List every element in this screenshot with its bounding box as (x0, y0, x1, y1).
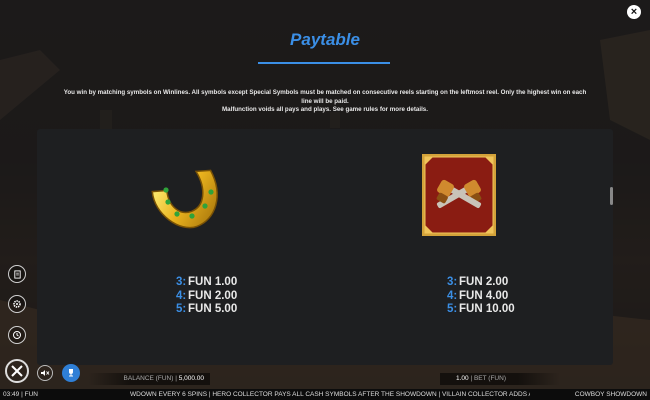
rules-text: You win by matching symbols on Winlines.… (60, 89, 590, 115)
balance-display: BALANCE (FUN) | 5,000.00 (88, 373, 210, 385)
close-icon[interactable]: × (627, 5, 641, 19)
document-icon (13, 269, 21, 279)
gear-icon (13, 300, 21, 308)
trophy-button[interactable] (62, 364, 80, 382)
paylist-pistols: 3: FUN 2.00 4: FUN 4.00 5: FUN 10.00 (447, 276, 515, 317)
clock: 03:49 (3, 391, 20, 398)
bet-display: 1.00 | BET (FUN) (440, 373, 560, 385)
pay-row: 3: FUN 2.00 (447, 276, 509, 288)
balance-label: BALANCE (FUN) (123, 375, 174, 382)
pay-row: 5: FUN 5.00 (176, 303, 238, 315)
status-bar: 03:49 | FUN WDOWN EVERY 6 SPINS | HERO C… (0, 389, 650, 400)
history-button[interactable] (8, 326, 26, 344)
horseshoe-icon (151, 169, 218, 229)
title-underline (258, 62, 390, 64)
pay-row: 3: FUN 1.00 (176, 276, 238, 288)
close-menu-button[interactable] (5, 359, 29, 383)
mute-icon (41, 370, 50, 376)
rules-line-2: Malfunction voids all pays and plays. Se… (222, 106, 428, 113)
currency: FUN (24, 391, 38, 398)
symbol-pistols (421, 153, 497, 242)
trophy-icon (69, 369, 73, 377)
history-icon (13, 331, 21, 339)
game-name: COWBOY SHOWDOWN (574, 391, 647, 398)
rules-line-1: You win by matching symbols on Winlines.… (63, 89, 587, 105)
bet-value: 1.00 (456, 375, 469, 382)
balance-value: 5,000.00 (178, 375, 204, 382)
clock-currency: 03:49 | FUN (3, 391, 38, 398)
symbol-horseshoe (150, 162, 226, 237)
paylist-horseshoe: 3: FUN 1.00 4: FUN 2.00 5: FUN 5.00 (176, 276, 237, 317)
paytable-panel[interactable] (37, 129, 613, 365)
bet-label: BET (FUN) (473, 375, 506, 382)
pay-row: 4: FUN 4.00 (447, 289, 509, 302)
pay-row: 4: FUN 2.00 (176, 289, 238, 302)
pay-row: 5: FUN 10.00 (447, 303, 515, 315)
crossed-pistols-icon (422, 154, 496, 236)
scrollbar[interactable] (610, 187, 613, 205)
page-title: Paytable (290, 30, 360, 49)
settings-button[interactable] (8, 295, 26, 313)
close-icon (11, 365, 23, 377)
sound-toggle-button[interactable] (37, 365, 53, 381)
rules-button[interactable] (8, 265, 26, 283)
news-ticker: WDOWN EVERY 6 SPINS | HERO COLLECTOR PAY… (130, 391, 530, 398)
